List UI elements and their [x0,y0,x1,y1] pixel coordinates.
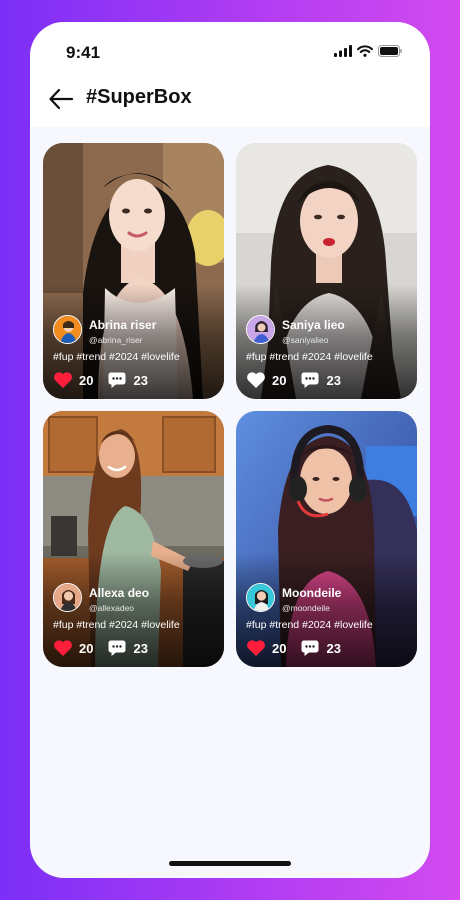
post-card[interactable]: Saniya lieo @saniyalieo #fup #trend #202… [236,143,417,399]
post-stats: 20 23 [53,371,162,389]
comment-count: 23 [326,640,341,656]
post-stats: 20 23 [53,639,162,657]
heart-icon[interactable] [246,639,266,657]
heart-icon[interactable] [53,639,73,657]
comment-count: 23 [133,372,148,388]
user-name[interactable]: Allexa deo [89,586,149,600]
like-count: 20 [272,640,287,656]
user-handle: @abrina_riser [89,335,143,345]
avatar[interactable] [53,315,82,344]
status-time: 9:41 [66,43,101,62]
post-tags: #fup #trend #2024 #lovelife [246,619,373,631]
comment-count: 23 [133,640,148,656]
comment-count: 23 [326,372,341,388]
battery-icon [378,45,402,57]
post-card[interactable]: Moondeile @moondeile #fup #trend #2024 #… [236,411,417,667]
heart-icon[interactable] [53,371,73,389]
heart-icon[interactable] [246,371,266,389]
arrow-left-icon [49,88,74,110]
signal-icon [334,45,352,57]
like-count: 20 [79,372,94,388]
avatar[interactable] [53,583,82,612]
post-tags: #fup #trend #2024 #lovelife [53,351,180,363]
home-indicator[interactable] [169,861,291,866]
comment-icon[interactable] [107,639,127,657]
user-name[interactable]: Abrina riser [89,318,156,332]
post-card[interactable]: Abrina riser @abrina_riser #fup #trend #… [43,143,224,399]
user-handle: @allexadeo [89,603,135,613]
comment-icon[interactable] [300,639,320,657]
post-stats: 20 23 [246,639,355,657]
user-name[interactable]: Moondeile [282,586,341,600]
like-count: 20 [79,640,94,656]
user-handle: @saniyalieo [282,335,329,345]
status-icons [334,44,402,58]
comment-icon[interactable] [300,371,320,389]
post-card[interactable]: Allexa deo @allexadeo #fup #trend #2024 … [43,411,224,667]
comment-icon[interactable] [107,371,127,389]
user-handle: @moondeile [282,603,330,613]
page-title: #SuperBox [86,86,192,108]
avatar[interactable] [246,315,275,344]
back-button[interactable] [48,86,74,112]
user-name[interactable]: Saniya lieo [282,318,345,332]
post-tags: #fup #trend #2024 #lovelife [53,619,180,631]
like-count: 20 [272,372,287,388]
top-bar: 9:41 #SuperBox [30,22,430,127]
phone-screen: 9:41 #SuperBox Abrina riser @abrina_rise… [30,22,430,878]
wifi-icon [357,45,373,57]
posts-grid: Abrina riser @abrina_riser #fup #trend #… [43,143,417,667]
post-tags: #fup #trend #2024 #lovelife [246,351,373,363]
avatar[interactable] [246,583,275,612]
post-stats: 20 23 [246,371,355,389]
